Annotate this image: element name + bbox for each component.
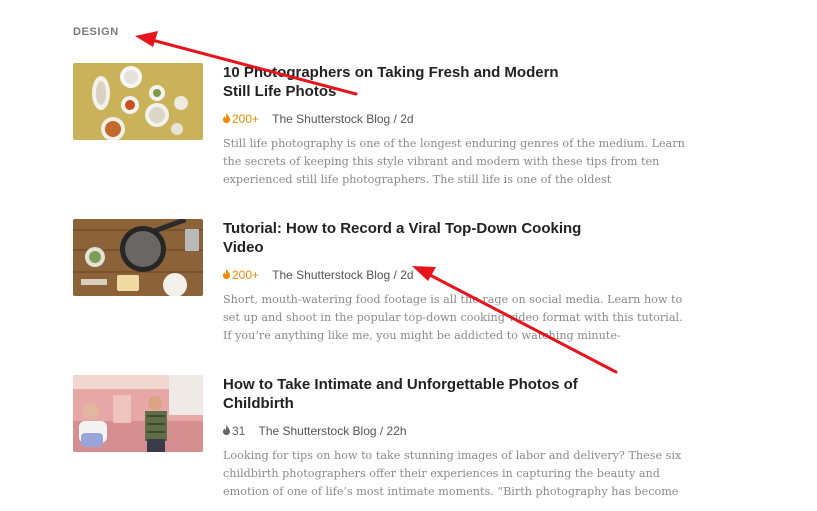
article-excerpt: Still life photography is one of the lon… (223, 137, 685, 186)
flame-icon (223, 424, 230, 438)
article-title[interactable]: 10 Photographers on Taking Fresh and Mod… (223, 63, 583, 101)
heat-indicator: 200+ (223, 112, 259, 126)
still-life-bowls-image (73, 63, 203, 140)
article-thumbnail[interactable] (73, 63, 203, 140)
childbirth-room-image (73, 375, 203, 452)
section-label: DESIGN (73, 26, 119, 38)
heat-count: 31 (232, 424, 246, 438)
article-item[interactable]: Tutorial: How to Record a Viral Top-Down… (73, 219, 693, 344)
article-thumbnail[interactable] (73, 219, 203, 296)
flame-icon (223, 112, 230, 126)
article-excerpt: Looking for tips on how to take stunning… (223, 449, 682, 498)
article-meta: 200+ The Shutterstock Blog / 2d (223, 112, 693, 126)
article-excerpt: Short, mouth-watering food footage is al… (223, 293, 683, 342)
heat-indicator: 31 (223, 424, 245, 438)
article-meta: 31 The Shutterstock Blog / 22h (223, 424, 693, 438)
article-source[interactable]: The Shutterstock Blog / 2d (272, 112, 413, 126)
heat-count: 200+ (232, 268, 260, 282)
article-item[interactable]: 10 Photographers on Taking Fresh and Mod… (73, 63, 693, 188)
heat-count: 200+ (232, 112, 260, 126)
flame-icon (223, 268, 230, 282)
heat-indicator: 200+ (223, 268, 259, 282)
article-thumbnail[interactable] (73, 375, 203, 452)
article-source[interactable]: The Shutterstock Blog / 22h (258, 424, 406, 438)
article-source[interactable]: The Shutterstock Blog / 2d (272, 268, 413, 282)
article-meta: 200+ The Shutterstock Blog / 2d (223, 268, 693, 282)
article-title[interactable]: Tutorial: How to Record a Viral Top-Down… (223, 219, 583, 257)
article-item[interactable]: How to Take Intimate and Unforgettable P… (73, 375, 693, 500)
cooking-pan-image (73, 219, 203, 296)
article-title[interactable]: How to Take Intimate and Unforgettable P… (223, 375, 583, 413)
